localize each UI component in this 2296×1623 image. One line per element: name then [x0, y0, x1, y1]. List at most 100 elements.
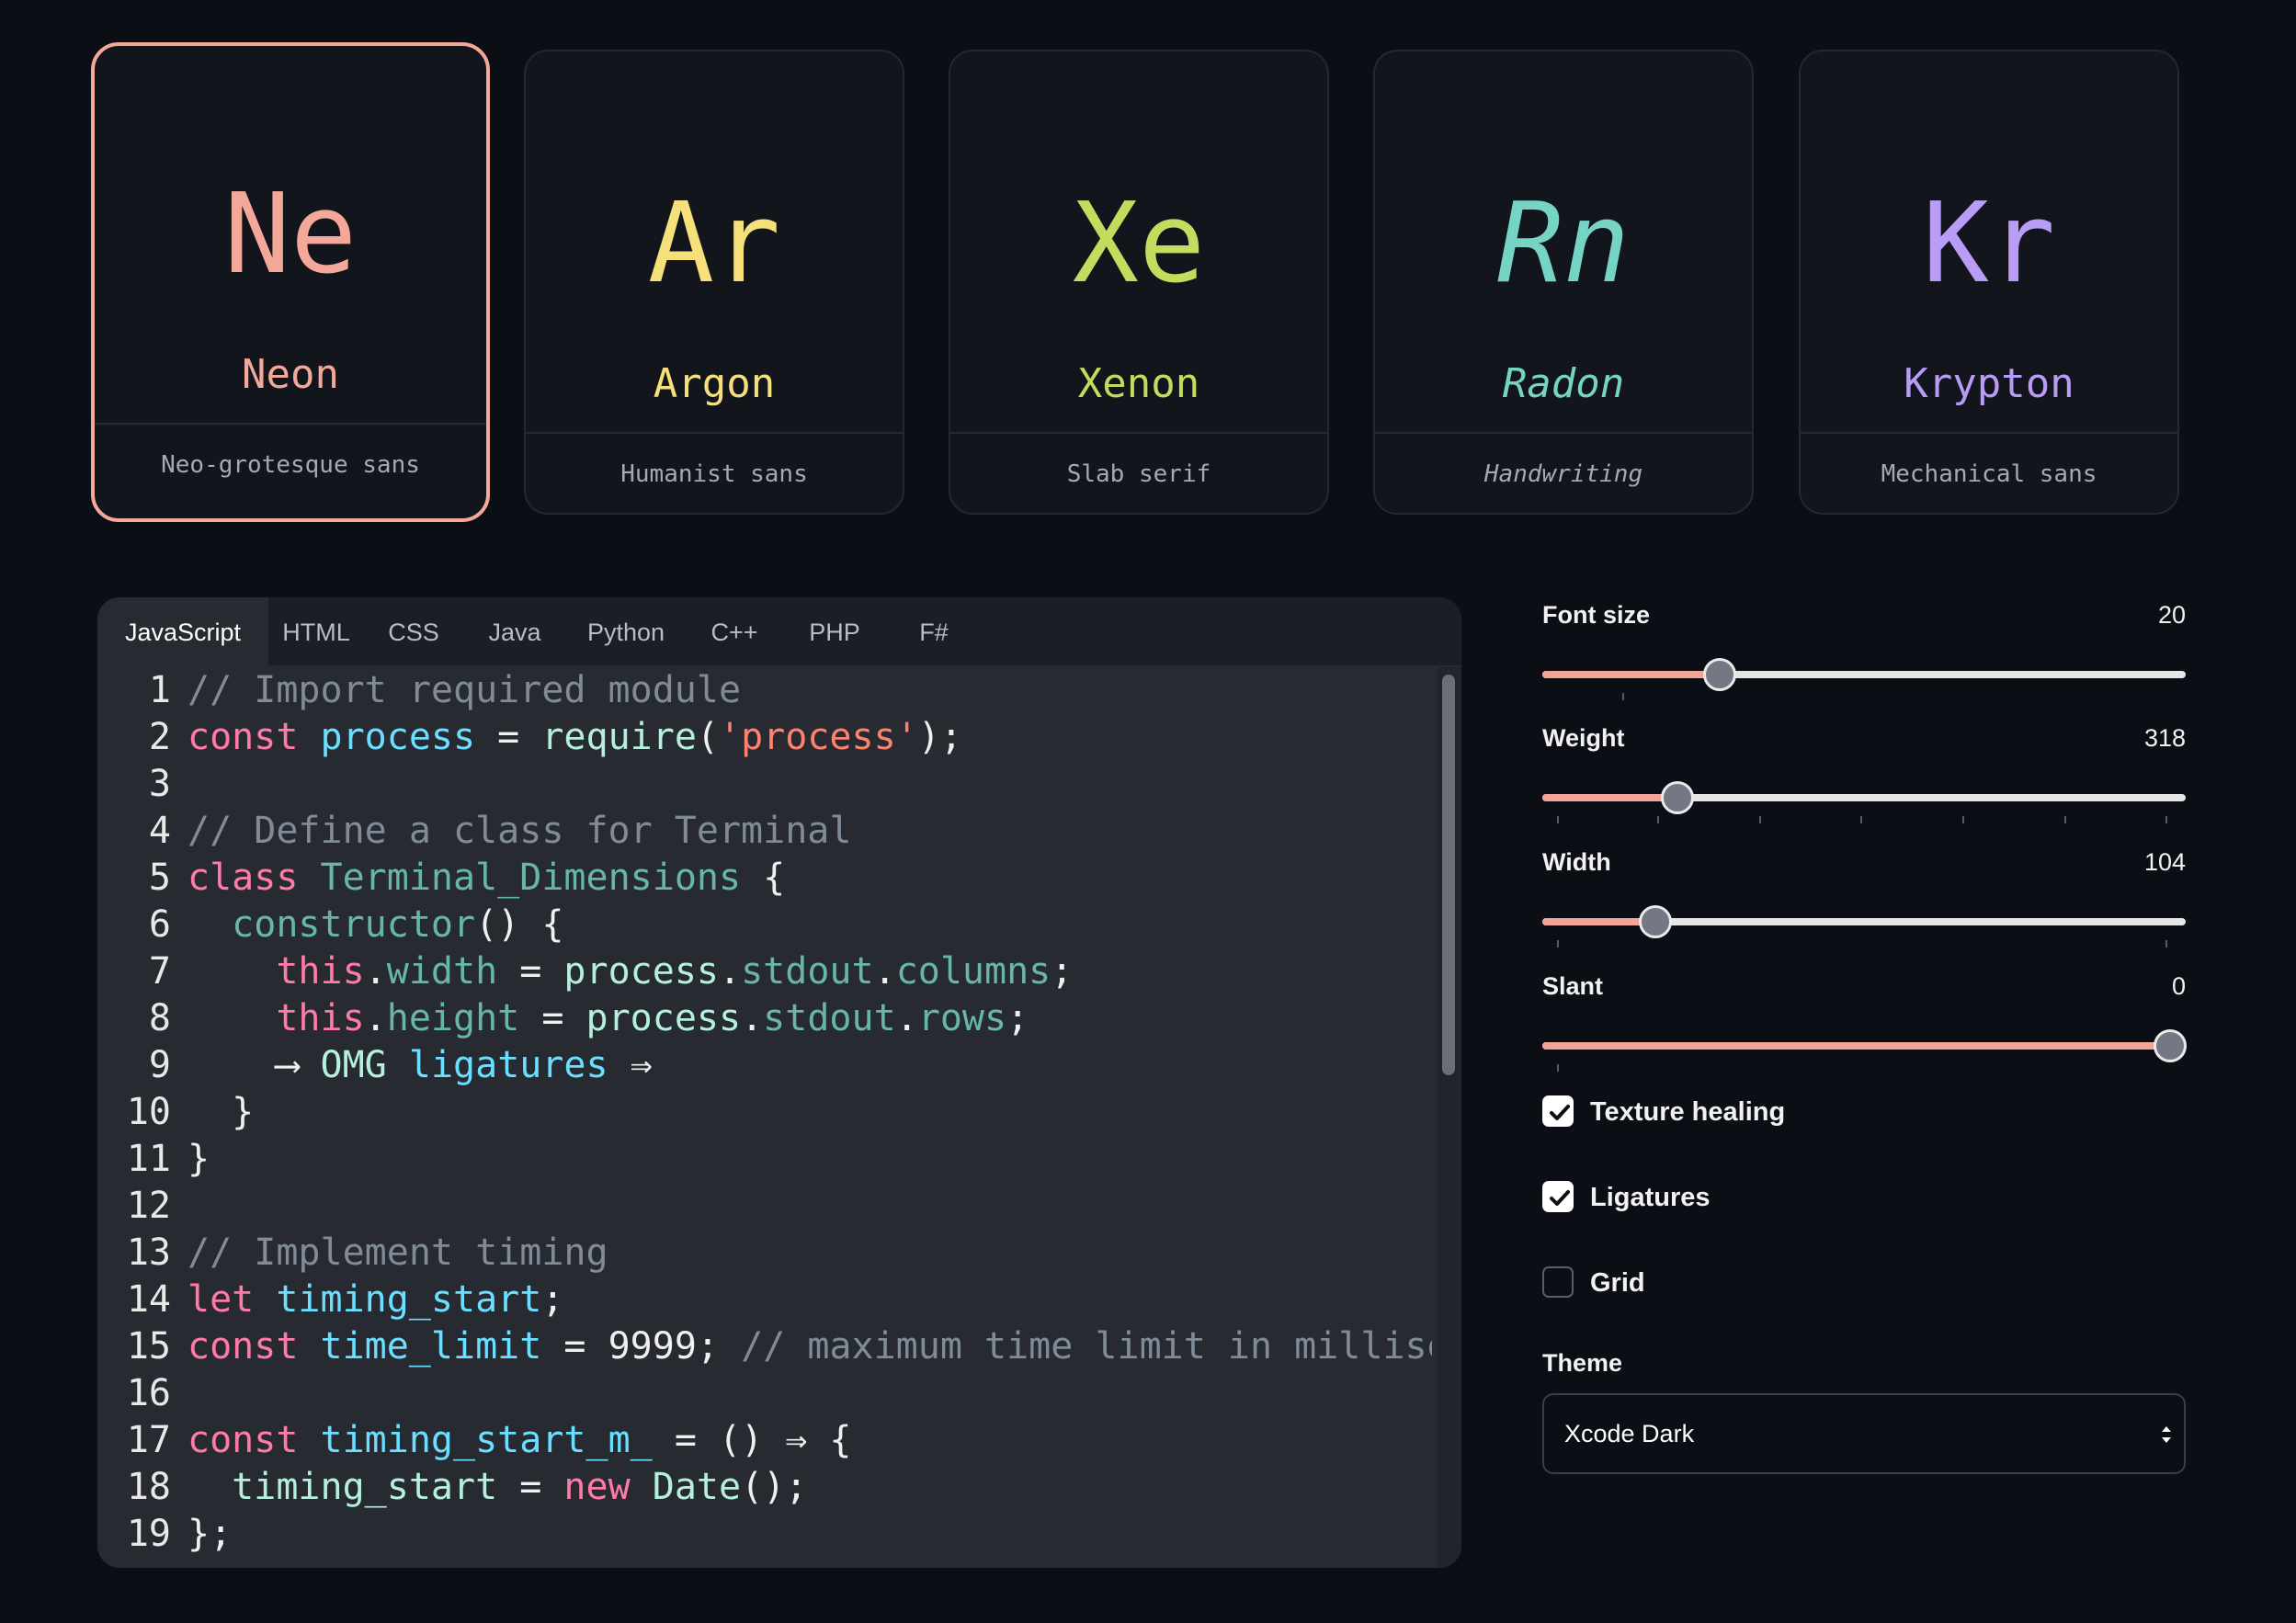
tab-fsharp[interactable]: F# [886, 597, 982, 665]
line-number: 19 [126, 1513, 171, 1555]
line-number: 15 [126, 1325, 171, 1368]
font-size-slider-row: Font size 20 [1542, 601, 2186, 702]
font-size-slider[interactable] [1542, 658, 2186, 691]
code-comment: // Define a class for Terminal [188, 810, 852, 852]
tab-cpp[interactable]: C++ [686, 597, 783, 665]
code-keyword: let [188, 1278, 255, 1321]
code-comment: // Import required module [188, 669, 742, 711]
tab-java[interactable]: Java [463, 597, 566, 665]
slider-fill [1542, 671, 1720, 678]
code-line: 11} [97, 1136, 210, 1183]
slider-tick [1759, 816, 1761, 823]
code-ligature-arrow: ⇒ [785, 1419, 808, 1461]
font-glyph: Rn [1496, 180, 1631, 308]
code-string: 'process' [719, 716, 918, 758]
grid-checkbox[interactable] [1542, 1266, 1574, 1298]
line-number: 1 [148, 669, 171, 711]
width-value: 104 [2143, 848, 2186, 876]
slant-value: 0 [2171, 972, 2186, 1000]
weight-slider-row: Weight 318 [1542, 724, 2186, 825]
code-variable: timing_start [232, 1466, 498, 1508]
code-function: constructor [232, 903, 476, 946]
code-keyword: const [188, 1419, 299, 1461]
font-card-radon[interactable]: Rn Radon Handwriting [1373, 50, 1754, 515]
slider-thumb[interactable] [1661, 781, 1694, 814]
code-line: 8 this.height = process.stdout.rows; [97, 995, 1029, 1042]
texture-healing-checkbox[interactable] [1542, 1095, 1574, 1127]
line-number: 11 [126, 1138, 171, 1180]
slider-fill [1542, 1042, 2170, 1050]
code-property: rows [917, 997, 1007, 1039]
slant-label: Slant [1542, 972, 1604, 1000]
code-keyword: const [188, 716, 299, 758]
slider-tick [1622, 693, 1624, 700]
code-comment: // Implement timing [188, 1231, 608, 1274]
width-label: Width [1542, 848, 1611, 876]
width-slider[interactable] [1542, 905, 2186, 938]
tab-javascript[interactable]: JavaScript [97, 597, 268, 665]
line-number: 14 [126, 1278, 171, 1321]
ligatures-checkbox[interactable] [1542, 1181, 1574, 1212]
slider-thumb[interactable] [1702, 658, 1736, 691]
slider-tick [1557, 940, 1559, 948]
code-variable: timing_start [276, 1278, 542, 1321]
code-property: stdout [741, 950, 874, 993]
code-property: width [386, 950, 498, 993]
font-card-xenon[interactable]: Xe Xenon Slab serif [949, 50, 1329, 515]
font-card-neon[interactable]: Ne Neon Neo-grotesque sans [91, 42, 490, 522]
slider-thumb[interactable] [1638, 905, 1672, 938]
code-keyword: this [276, 997, 365, 1039]
font-name: Neon [242, 351, 339, 398]
font-name: Radon [1502, 360, 1625, 407]
font-description: Slab serif [1066, 460, 1211, 488]
theme-select[interactable]: Xcode Dark [1542, 1393, 2186, 1474]
code-number: 9999 [608, 1325, 697, 1368]
code-area[interactable]: 1 // Import required module 2 const proces… [97, 667, 1432, 1568]
tab-python[interactable]: Python [566, 597, 686, 665]
card-divider [1801, 432, 2177, 434]
slider-tick [2064, 816, 2066, 823]
code-line: 18 timing_start = new Date(); [97, 1464, 808, 1511]
code-keyword: this [276, 950, 365, 993]
code-line: 13 // Implement timing [97, 1230, 608, 1277]
checkmark-icon [1550, 1105, 1570, 1120]
tab-php[interactable]: PHP [783, 597, 886, 665]
weight-value: 318 [2143, 724, 2186, 752]
code-variable: process [585, 997, 742, 1039]
line-number: 9 [148, 1044, 171, 1086]
code-variable: process [320, 716, 476, 758]
card-divider [526, 432, 903, 434]
font-card-argon[interactable]: Ar Argon Humanist sans [524, 50, 904, 515]
language-tab-bar: JavaScript HTML CSS Java Python C++ PHP … [97, 597, 1461, 665]
line-number: 17 [126, 1419, 171, 1461]
font-size-label: Font size [1542, 601, 1651, 629]
card-divider [95, 423, 486, 425]
code-property: columns [895, 950, 1051, 993]
width-slider-row: Width 104 [1542, 848, 2186, 949]
card-divider [950, 432, 1327, 434]
code-keyword: class [188, 857, 299, 899]
code-line: 6 constructor() { [97, 902, 564, 948]
line-number: 7 [148, 950, 171, 993]
slider-tick [1657, 816, 1659, 823]
slider-thumb[interactable] [2153, 1029, 2187, 1062]
tab-html[interactable]: HTML [268, 597, 364, 665]
font-size-value: 20 [2157, 601, 2186, 629]
code-variable: time_limit [320, 1325, 542, 1368]
font-card-krypton[interactable]: Kr Krypton Mechanical sans [1799, 50, 2179, 515]
weight-slider[interactable] [1542, 781, 2186, 814]
code-comment: // maximum time limit in millisec [741, 1325, 1432, 1368]
editor-scrollbar[interactable] [1438, 667, 1461, 1568]
line-number: 5 [148, 857, 171, 899]
code-line: 12 [97, 1183, 188, 1230]
slant-slider[interactable] [1542, 1029, 2187, 1062]
scrollbar-thumb[interactable] [1442, 675, 1455, 1075]
code-line: 1 // Import required module [97, 667, 741, 714]
line-number: 10 [126, 1091, 171, 1133]
line-number: 3 [148, 763, 171, 805]
tab-css[interactable]: CSS [364, 597, 463, 665]
code-line: 14 let timing_start; [97, 1277, 564, 1323]
code-line: 7 this.width = process.stdout.columns; [97, 948, 1073, 995]
font-description: Neo-grotesque sans [161, 451, 420, 479]
font-description: Handwriting [1483, 460, 1643, 488]
